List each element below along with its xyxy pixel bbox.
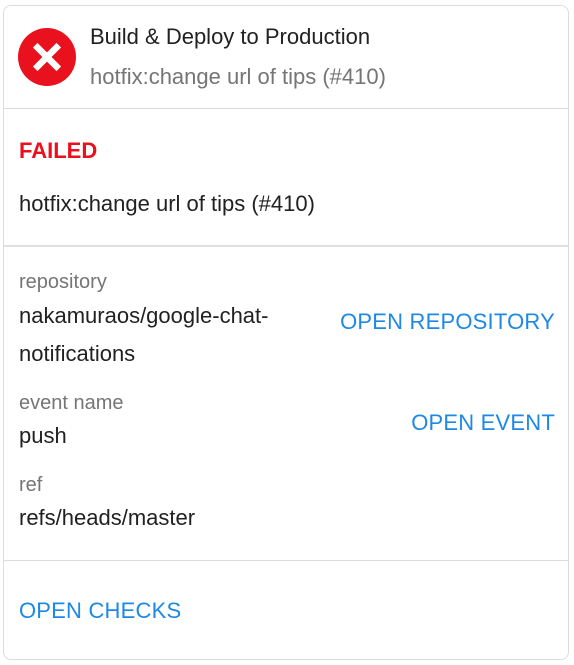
open-repository-button[interactable]: OPEN REPOSITORY: [340, 307, 555, 337]
repository-value-line2: notifications: [19, 341, 136, 366]
error-circle-icon: [18, 28, 76, 86]
ref-label: ref: [19, 474, 43, 496]
card-header: Build & Deploy to Production hotfix:chan…: [4, 6, 568, 109]
repository-label: repository: [19, 271, 107, 293]
ref-value: refs/heads/master: [19, 505, 196, 530]
details-section: repository nakamuraos/google-chat- notif…: [4, 247, 568, 561]
status-badge: FAILED: [19, 138, 98, 163]
status-section: FAILED hotfix:change url of tips (#410): [4, 108, 568, 247]
event-name-value: push: [19, 423, 67, 448]
card-subtitle: hotfix:change url of tips (#410): [90, 64, 386, 89]
commit-message: hotfix:change url of tips (#410): [19, 191, 315, 216]
repository-value-line1: nakamuraos/google-chat-: [19, 303, 269, 328]
event-name-label: event name: [19, 392, 124, 414]
notification-card: Build & Deploy to Production hotfix:chan…: [3, 5, 569, 660]
open-event-button[interactable]: OPEN EVENT: [411, 408, 555, 438]
footer-section: OPEN CHECKS: [4, 561, 568, 660]
open-checks-button[interactable]: OPEN CHECKS: [19, 596, 181, 626]
card-title: Build & Deploy to Production: [90, 24, 371, 49]
